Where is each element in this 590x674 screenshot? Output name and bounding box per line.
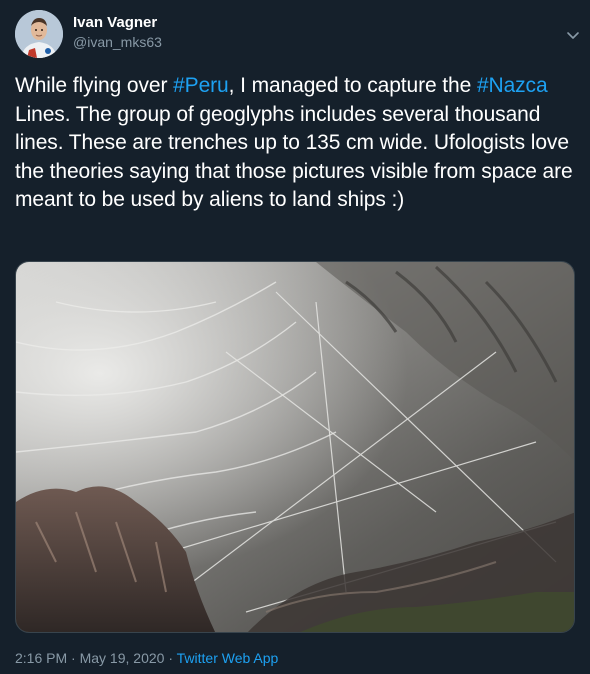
tweet-date[interactable]: May 19, 2020 [80, 650, 165, 666]
author-handle[interactable]: @ivan_mks63 [73, 34, 162, 50]
tweet-source-link[interactable]: Twitter Web App [177, 650, 279, 666]
chevron-down-icon[interactable] [566, 28, 580, 42]
tweet-text-segment: While flying over [15, 74, 174, 97]
author-name[interactable]: Ivan Vagner [73, 14, 157, 31]
tweet-text: While flying over #Peru, I managed to ca… [15, 72, 575, 215]
tweet-header: Ivan Vagner @ivan_mks63 [15, 10, 579, 58]
astronaut-avatar-icon [15, 10, 63, 58]
tweet-text-segment: Lines. The group of geoglyphs includes s… [15, 102, 573, 212]
tweet-meta: 2:16 PM · May 19, 2020 · Twitter Web App [15, 650, 278, 666]
meta-separator: · [67, 650, 80, 666]
tweet-text-segment: , I managed to capture the [228, 74, 477, 97]
tweet-photo[interactable] [15, 261, 575, 633]
nazca-satellite-image [16, 262, 574, 632]
tweet-time[interactable]: 2:16 PM [15, 650, 67, 666]
hashtag-nazca[interactable]: #Nazca [477, 74, 548, 97]
hashtag-peru[interactable]: #Peru [173, 74, 229, 97]
tweet: Ivan Vagner @ivan_mks63 While flying ove… [0, 0, 590, 674]
meta-separator: · [164, 650, 177, 666]
avatar[interactable] [15, 10, 63, 58]
